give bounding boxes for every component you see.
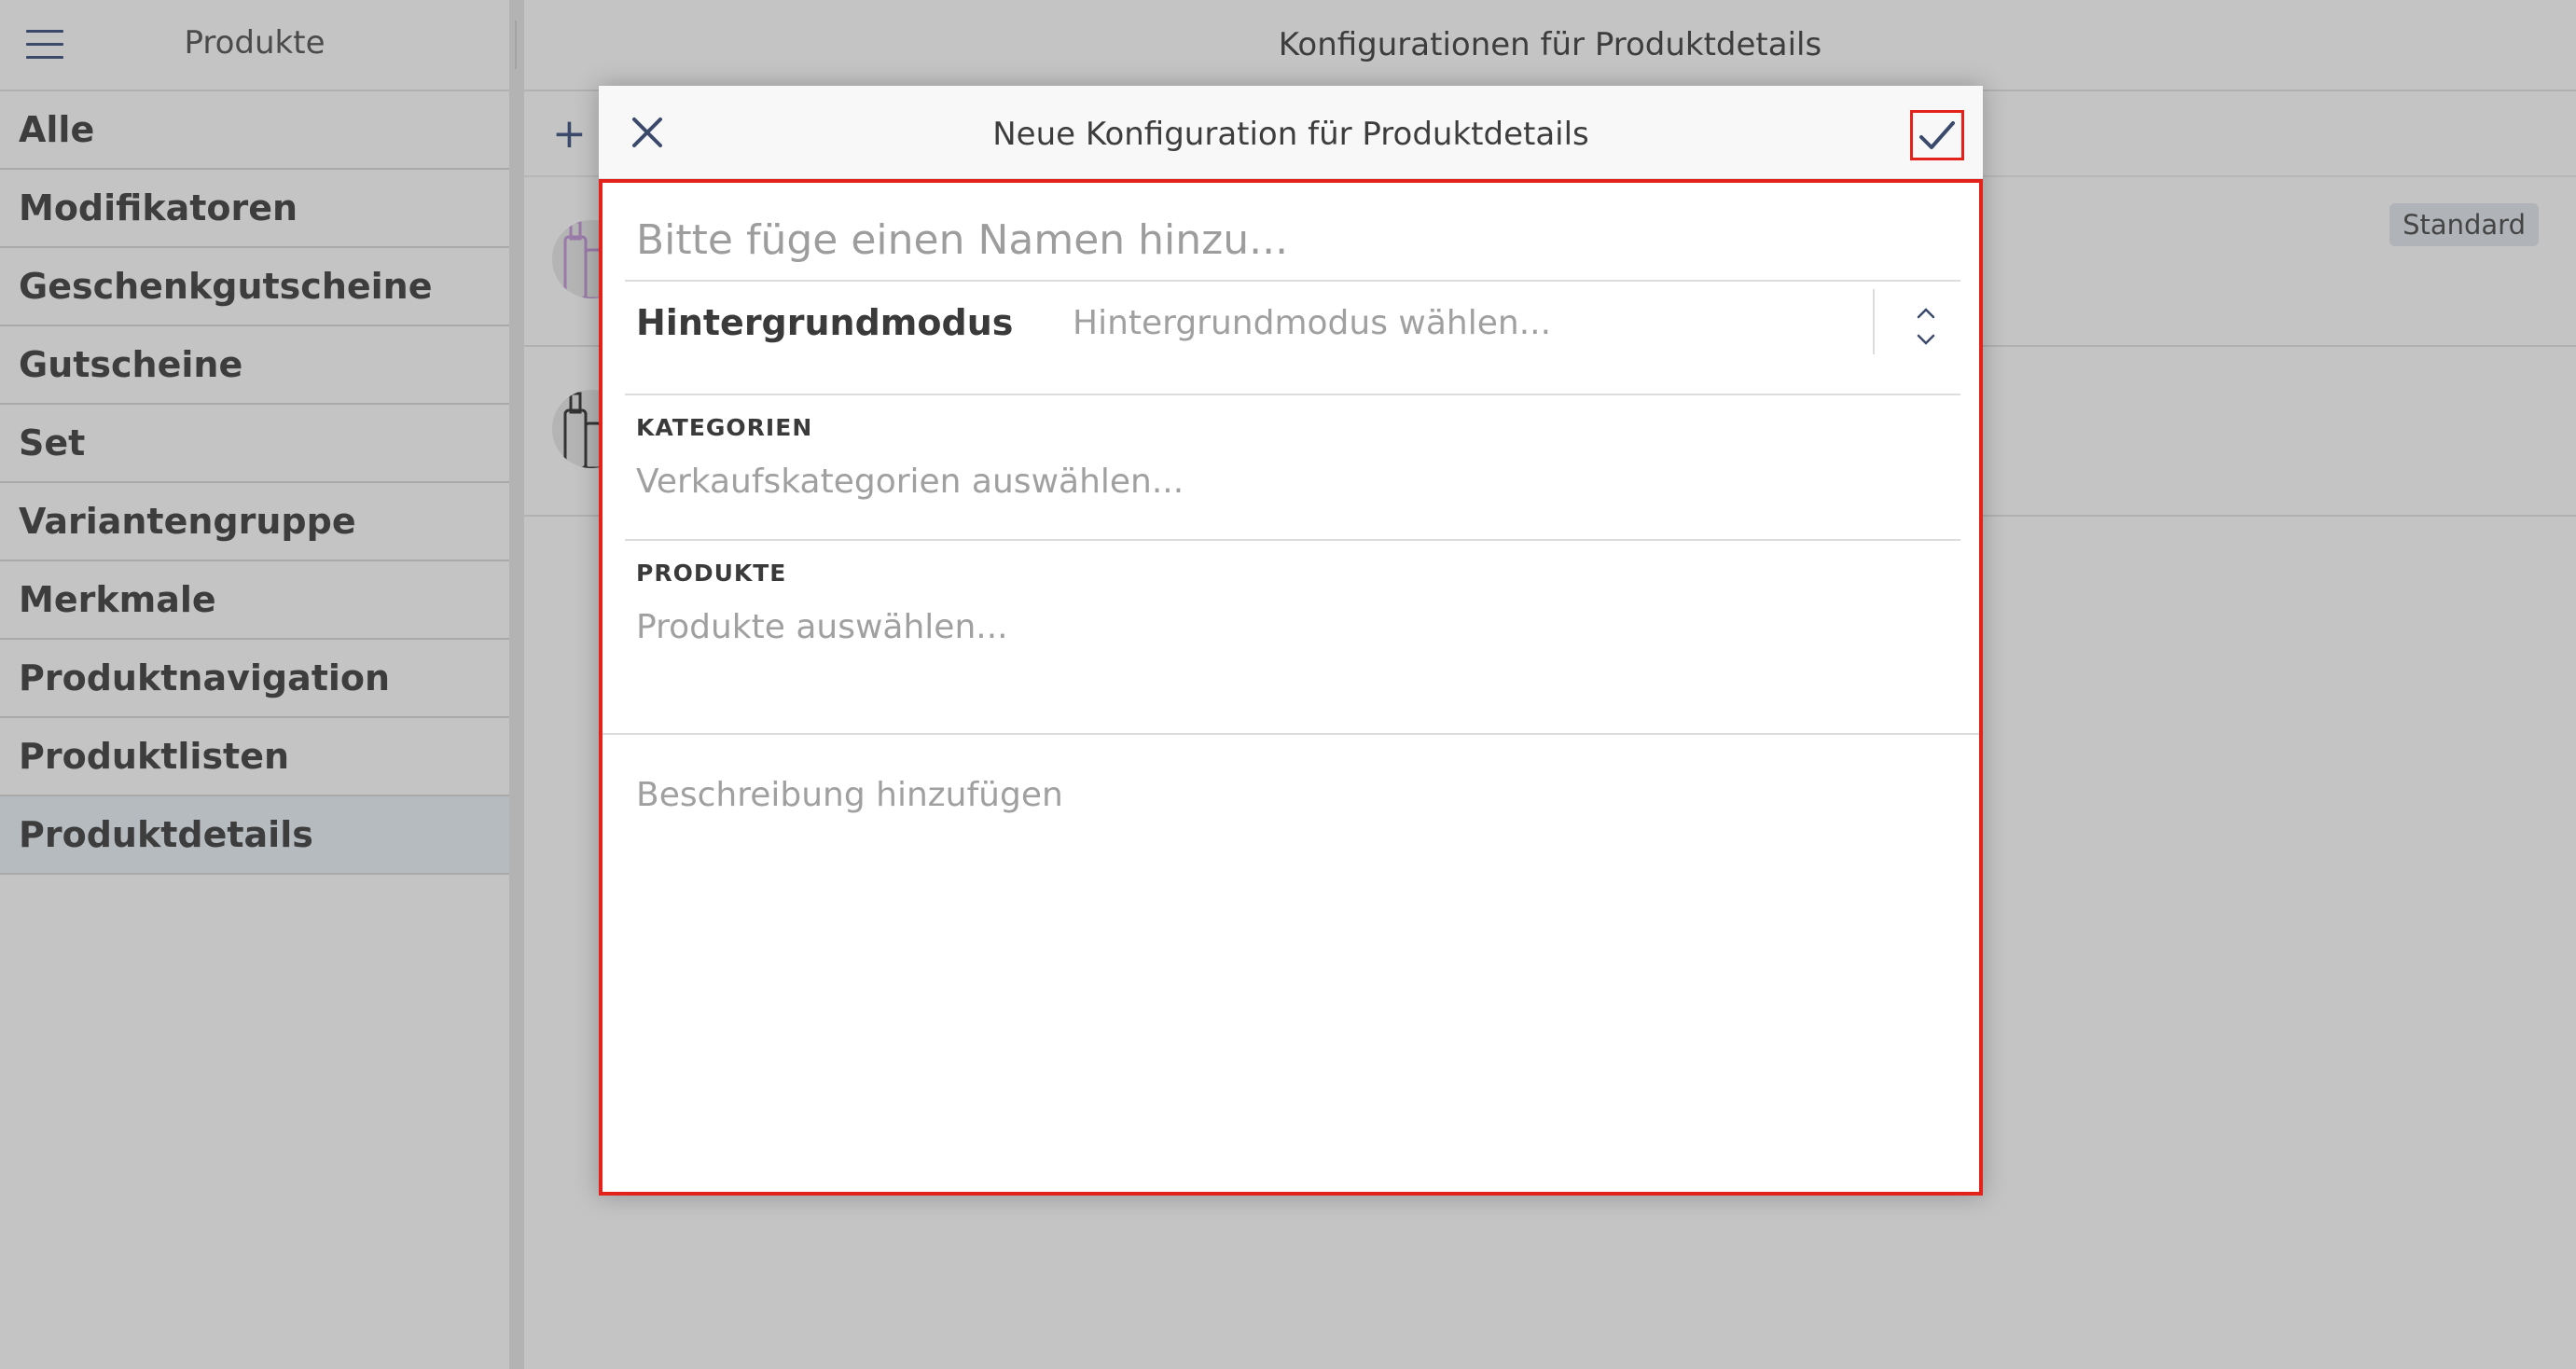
confirm-button[interactable] [1910, 110, 1964, 160]
new-config-dialog: Neue Konfiguration für Produktdetails Hi… [599, 86, 1983, 1196]
sidebar-title: Produkte [184, 24, 325, 62]
categories-select[interactable]: Verkaufskategorien auswählen... [636, 463, 1184, 501]
add-icon[interactable]: + [552, 114, 587, 155]
dialog-header: Neue Konfiguration für Produktdetails [599, 86, 1983, 179]
description-input[interactable]: Beschreibung hinzufügen [636, 776, 1063, 814]
sidebar-item-produktlisten[interactable]: Produktlisten [0, 718, 509, 796]
pane-divider[interactable] [509, 0, 524, 1369]
status-badge: Standard [2389, 203, 2539, 246]
dialog-body: Hintergrundmodus Hintergrundmodus wählen… [599, 179, 1983, 1196]
main-header: Konfigurationen für Produktdetails [524, 0, 2576, 91]
sidebar-item-modifikatoren[interactable]: Modifikatoren [0, 170, 509, 248]
sidebar-list: Alle Modifikatoren Geschenkgutscheine Gu… [0, 91, 509, 875]
main-title: Konfigurationen für Produktdetails [1278, 26, 1822, 63]
divider-grip [515, 21, 517, 69]
sidebar-item-gutscheine[interactable]: Gutscheine [0, 326, 509, 405]
name-input[interactable] [636, 205, 1923, 274]
background-mode-select[interactable]: Hintergrundmodus wählen... [1073, 304, 1551, 342]
sidebar-item-merkmale[interactable]: Merkmale [0, 561, 509, 640]
categories-label: KATEGORIEN [636, 414, 813, 441]
sidebar-header: Produkte [0, 0, 509, 91]
background-mode-label: Hintergrundmodus [636, 302, 1014, 343]
dialog-title: Neue Konfiguration für Produktdetails [992, 116, 1589, 153]
sidebar-item-alle[interactable]: Alle [0, 91, 509, 170]
sidebar-item-set[interactable]: Set [0, 405, 509, 483]
sidebar-item-variantengruppe[interactable]: Variantengruppe [0, 483, 509, 561]
chevron-up-down-icon[interactable] [1912, 298, 1940, 354]
products-label: PRODUKTE [636, 560, 787, 587]
sidebar: Produkte Alle Modifikatoren Geschenkguts… [0, 0, 509, 1369]
checkmark-icon [1919, 121, 1955, 149]
products-select[interactable]: Produkte auswählen... [636, 608, 1008, 646]
sidebar-item-produktdetails[interactable]: Produktdetails [0, 796, 509, 875]
sidebar-item-produktnavigation[interactable]: Produktnavigation [0, 640, 509, 718]
sidebar-item-geschenkgutscheine[interactable]: Geschenkgutscheine [0, 248, 509, 326]
